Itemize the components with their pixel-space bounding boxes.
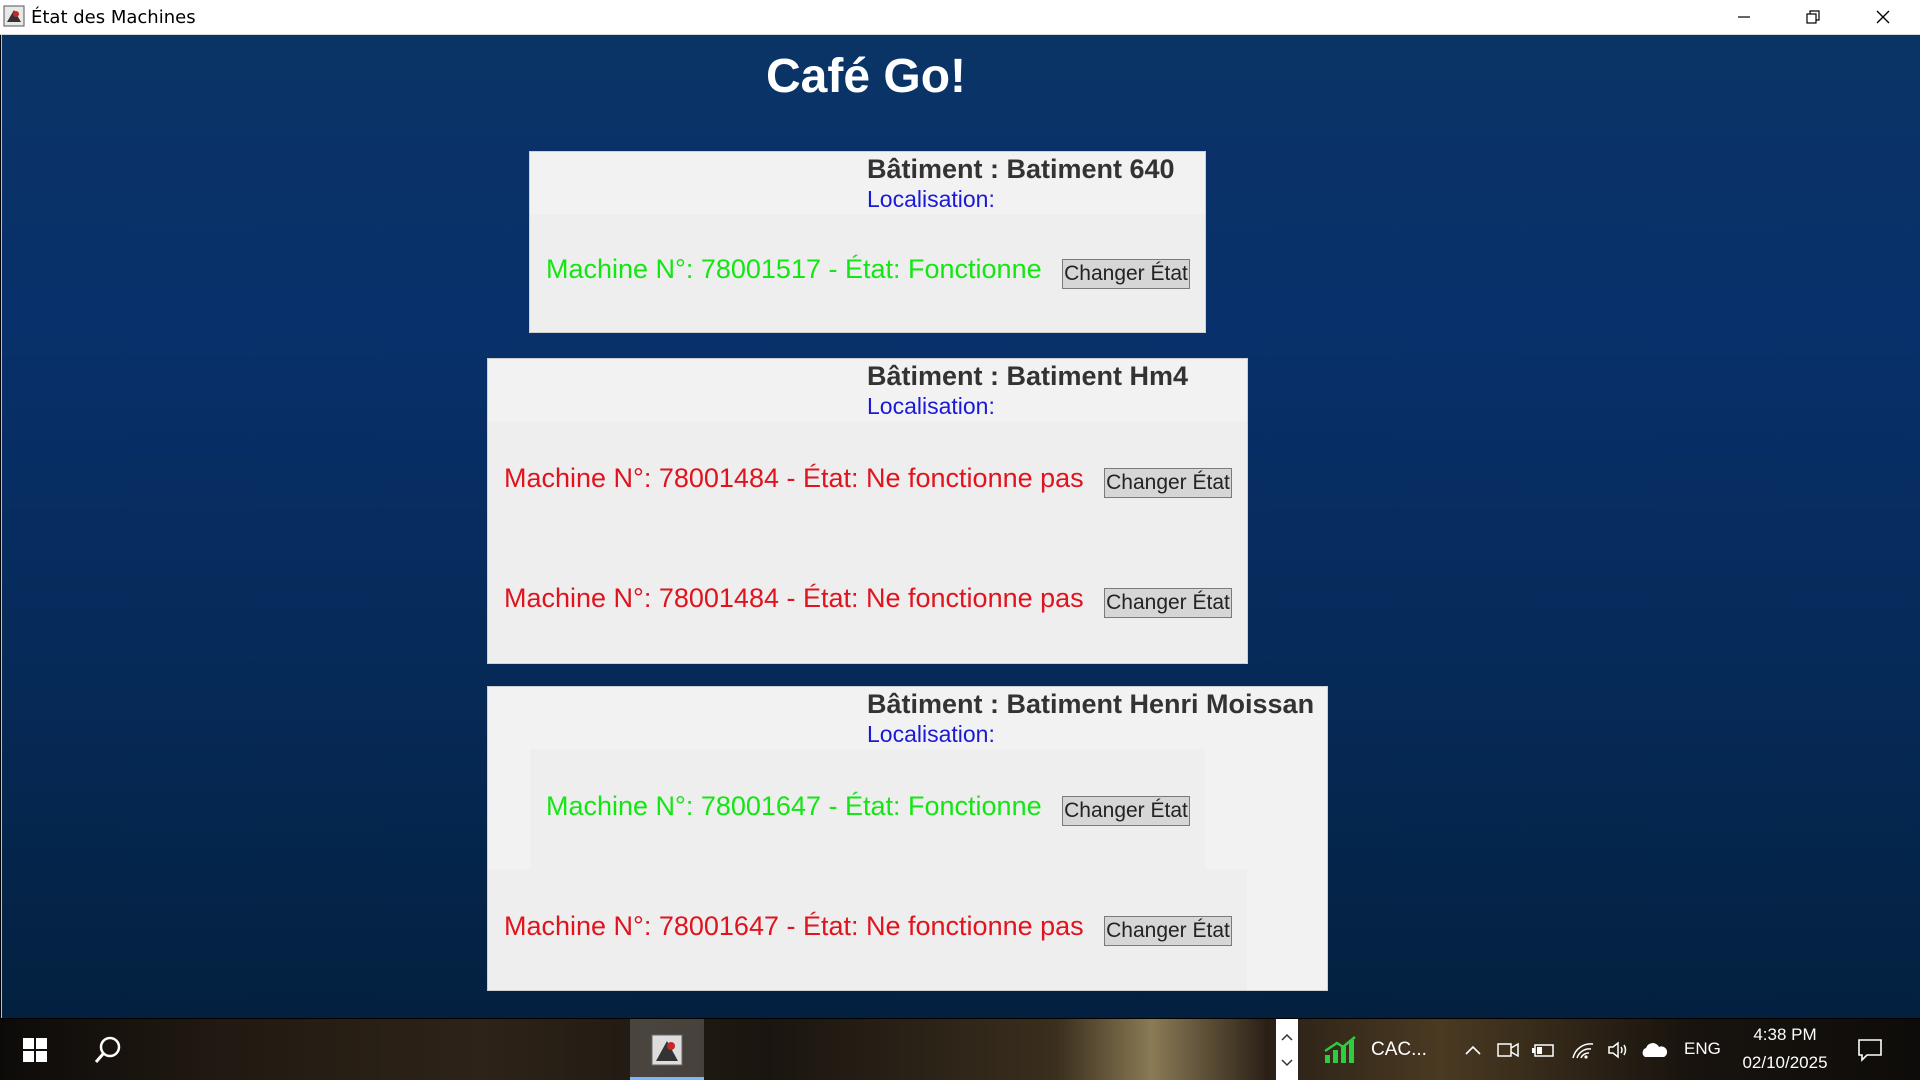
app-title: Café Go! [765,50,966,103]
language-indicator[interactable]: ENG [1684,1039,1721,1059]
taskbar-app-button[interactable] [630,1019,704,1080]
change-state-button[interactable]: Changer État [1104,468,1232,498]
restore-button[interactable] [1779,0,1847,34]
building-heading: Bâtiment : Batiment Hm4 [867,361,1189,391]
building-panel-henri-moissan: Bâtiment : Batiment Henri Moissan Locali… [487,686,1328,991]
java-app-icon [651,1034,683,1065]
machine-status-text: Machine N°: 78001484 - État: Ne fonction… [504,583,1084,613]
machine-row: Machine N°: 78001647 - État: Fonctionne … [530,749,1205,869]
machine-status-text: Machine N°: 78001517 - État: Fonctionne [546,254,1042,284]
action-center-button[interactable] [1852,1033,1888,1067]
minimize-button[interactable] [1710,0,1778,34]
building-heading: Bâtiment : Batiment 640 [867,154,1175,184]
taskbar-scroller[interactable] [1276,1019,1298,1080]
close-button[interactable] [1849,0,1917,34]
stock-widget-label[interactable]: CAC... [1371,1039,1427,1061]
scroll-up-icon[interactable] [1280,1032,1294,1042]
machine-row: Machine N°: 78001517 - État: Fonctionne … [530,214,1205,332]
machine-row: Machine N°: 78001484 - État: Ne fonction… [488,421,1247,541]
restore-icon [1806,10,1820,24]
change-state-button[interactable]: Changer État [1104,916,1232,946]
machine-status-text: Machine N°: 78001647 - État: Fonctionne [546,791,1042,821]
stock-chart-icon [1324,1036,1356,1063]
change-state-button[interactable]: Changer État [1062,259,1190,289]
start-button[interactable] [0,1019,70,1080]
machine-status-text: Machine N°: 78001647 - État: Ne fonction… [504,911,1084,941]
show-hidden-icons-button[interactable] [1460,1037,1486,1063]
onedrive-button[interactable] [1638,1037,1670,1063]
building-location-label: Localisation: [867,721,995,747]
building-location-label: Localisation: [867,186,995,212]
clock-time[interactable]: 4:38 PM [1735,1025,1835,1045]
network-button[interactable] [1569,1037,1597,1063]
building-heading: Bâtiment : Batiment Henri Moissan [867,689,1315,719]
volume-icon [1608,1041,1627,1059]
building-panel-640: Bâtiment : Batiment 640 Localisation: Ma… [529,151,1206,333]
meet-icon [1497,1042,1519,1058]
main-content: Café Go! Bâtiment : Batiment 640 Localis… [1,35,1920,1018]
battery-button[interactable] [1530,1037,1558,1063]
volume-button[interactable] [1604,1037,1632,1063]
meet-now-button[interactable] [1495,1037,1521,1063]
scroll-down-icon[interactable] [1280,1058,1294,1068]
clock-date[interactable]: 02/10/2025 [1735,1053,1835,1073]
building-panel-hm4: Bâtiment : Batiment Hm4 Localisation: Ma… [487,358,1248,664]
close-icon [1876,10,1890,24]
search-button[interactable] [72,1019,144,1080]
machine-row: Machine N°: 78001484 - État: Ne fonction… [488,541,1247,662]
change-state-button[interactable]: Changer État [1062,796,1190,826]
search-icon [94,1036,121,1063]
machine-row: Machine N°: 78001647 - État: Ne fonction… [488,869,1247,990]
onedrive-icon [1642,1043,1668,1057]
building-location-label: Localisation: [867,393,995,419]
battery-icon [1532,1044,1554,1057]
window-title: État des Machines [31,7,196,28]
stock-widget-button[interactable] [1322,1033,1358,1067]
wifi-icon [1572,1043,1594,1059]
change-state-button[interactable]: Changer État [1104,588,1232,618]
minimize-icon [1738,16,1750,18]
window-titlebar: État des Machines [0,0,1920,35]
chevron-up-icon [1465,1045,1481,1055]
notification-icon [1858,1039,1882,1062]
start-icon [23,1037,47,1062]
app-icon [3,5,25,27]
taskbar: CAC... ENG 4:38 PM 02/10/2025 [0,1019,1920,1080]
machine-status-text: Machine N°: 78001484 - État: Ne fonction… [504,463,1084,493]
